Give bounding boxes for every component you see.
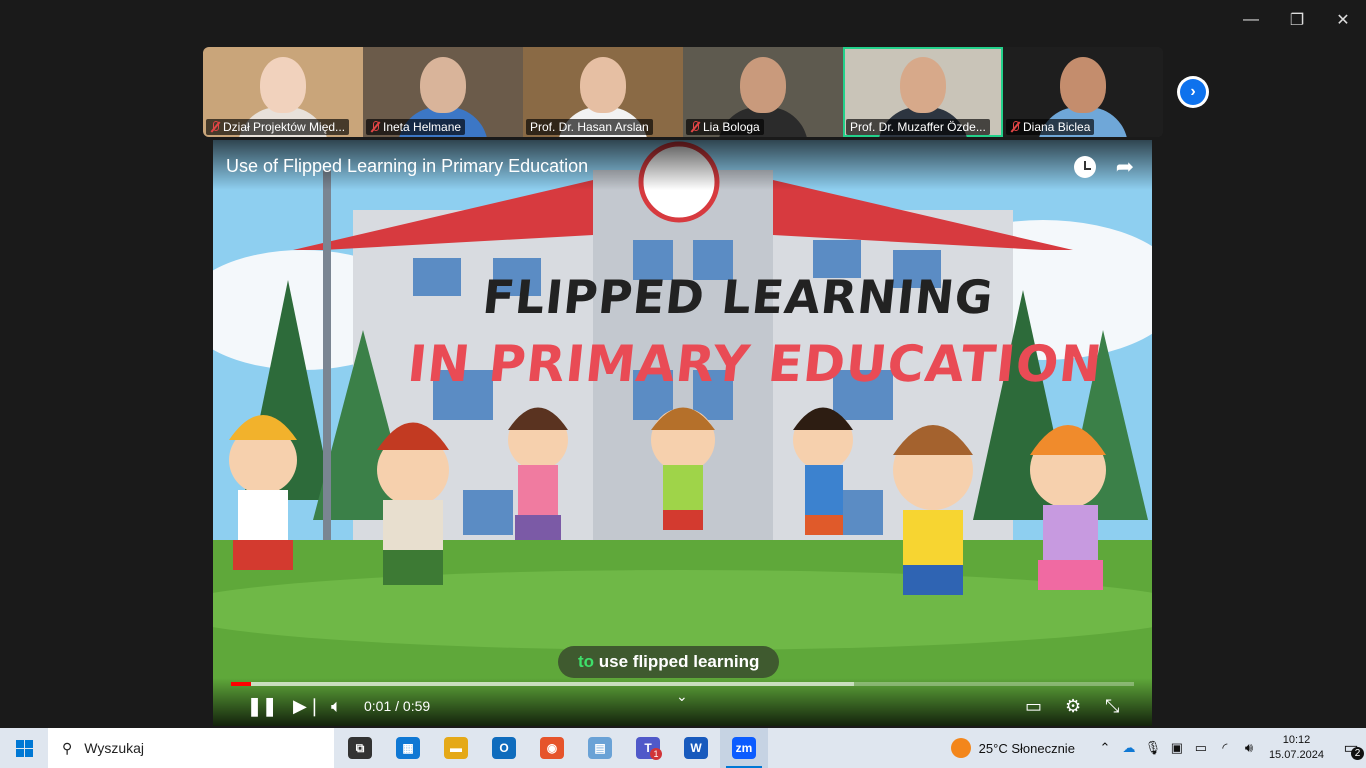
progress-bar[interactable] — [231, 682, 1134, 686]
pause-icon[interactable]: ❚❚ — [247, 696, 277, 717]
participant-name: Prof. Dr. Hasan Arslan — [530, 120, 649, 134]
video-headline-primary: FLIPPED LEARNING — [480, 270, 997, 324]
subtitles-icon[interactable]: ▭ — [1025, 696, 1042, 717]
speaker-icon[interactable]: 🔊︎ — [1237, 740, 1261, 756]
wifi-icon[interactable]: ◜ — [1213, 740, 1237, 756]
outlook-icon: O — [492, 737, 516, 759]
exit-fullscreen-icon[interactable]: ⤡ — [1105, 696, 1119, 717]
word-icon: W — [684, 737, 708, 759]
microphone-muted-icon — [1010, 121, 1020, 133]
video-title[interactable]: Use of Flipped Learning in Primary Educa… — [226, 156, 588, 177]
notification-count: 2 — [1351, 747, 1364, 760]
search-placeholder: Wyszukaj — [84, 740, 145, 756]
taskbar-app-teams[interactable]: T1 — [624, 728, 672, 768]
search-icon: ⚲ — [62, 739, 73, 756]
participant-name: Diana Biclea — [1023, 120, 1091, 134]
microphone-muted-icon — [370, 121, 380, 133]
settings-icon[interactable]: ⚙ — [1065, 696, 1081, 717]
taskbar-app-microsoft-store[interactable]: ▦ — [384, 728, 432, 768]
window-controls: — ❐ ✕ — [1228, 8, 1366, 32]
taskbar-app-notepad[interactable]: ▤ — [576, 728, 624, 768]
participant-video-face — [420, 57, 466, 113]
chevron-right-icon: › — [1180, 79, 1206, 105]
participant-name-label: Prof. Dr. Hasan Arslan — [526, 119, 653, 135]
microphone-muted-icon — [690, 121, 700, 133]
minimize-button[interactable]: — — [1228, 8, 1274, 32]
start-button[interactable] — [0, 728, 48, 768]
chevron-down-icon[interactable]: ⌄ — [676, 688, 688, 705]
participant-name-label: Ineta Helmane — [366, 119, 466, 135]
participant-strip: Dział Projektów Międ... Ineta Helmane Prof… — [203, 47, 1163, 137]
restore-button[interactable]: ❐ — [1274, 8, 1320, 32]
system-tray: 25°C Słonecznie ⌃ ☁ 🎙︎ ▣ ▭ ◜ 🔊︎ 10:12 15… — [950, 728, 1366, 768]
video-caption-highlight: to — [578, 652, 595, 671]
video-caption-text: use flipped learning — [594, 652, 760, 671]
video-time: 0:01 / 0:59 — [364, 698, 431, 714]
windows-logo-icon — [15, 739, 33, 757]
watch-later-icon[interactable] — [1074, 156, 1096, 178]
taskbar-app-word[interactable]: W — [672, 728, 720, 768]
app-badge: 1 — [650, 748, 662, 760]
participant-video-face — [900, 57, 946, 113]
participant-name: Prof. Dr. Muzaffer Özde... — [850, 120, 986, 134]
chevron-up-icon[interactable]: ⌃ — [1093, 740, 1117, 756]
progress-played — [231, 682, 251, 686]
participant-tile[interactable]: Prof. Dr. Hasan Arslan — [523, 47, 683, 137]
progress-buffered — [231, 682, 855, 686]
participant-video-face — [1060, 57, 1106, 113]
participant-video-face — [260, 57, 306, 113]
microphone-icon[interactable]: 🎙︎ — [1141, 740, 1165, 756]
task-view-icon: ⧉ — [348, 737, 372, 759]
participant-video-face — [740, 57, 786, 113]
clock[interactable]: 10:12 15.07.2024 — [1269, 733, 1324, 763]
participant-name-label: Lia Bologa — [686, 119, 764, 135]
taskbar-app-outlook[interactable]: O — [480, 728, 528, 768]
taskbar-app-firefox[interactable]: ◉ — [528, 728, 576, 768]
video-title-bar: Use of Flipped Learning in Primary Educa… — [213, 140, 1152, 190]
sun-icon — [950, 738, 971, 758]
microphone-muted-icon — [210, 121, 220, 133]
zoom-icon: zm — [732, 737, 756, 759]
volume-icon[interactable]: 🔈︎ — [331, 696, 342, 717]
video-controls: ❚❚ ▶❘ 🔈︎ 0:01 / 0:59 ⌄ ▭ ⚙ ⤡ — [213, 678, 1152, 726]
taskbar-search[interactable]: ⚲ Wyszukaj — [48, 728, 334, 768]
participant-tile[interactable]: Ineta Helmane — [363, 47, 523, 137]
video-headline-secondary: IN PRIMARY EDUCATION — [404, 335, 1106, 393]
clock-date: 15.07.2024 — [1268, 749, 1324, 761]
clock-time: 10:12 — [1282, 734, 1311, 746]
participant-name-label: Diana Biclea — [1006, 119, 1095, 135]
video-caption: to use flipped learning — [558, 646, 780, 678]
participant-name: Lia Bologa — [703, 120, 760, 134]
close-button[interactable]: ✕ — [1320, 8, 1366, 32]
microsoft-store-icon: ▦ — [396, 737, 420, 759]
participant-video-face — [580, 57, 626, 113]
video-player[interactable]: FLIPPED LEARNING IN PRIMARY EDUCATION to… — [213, 140, 1152, 726]
taskbar-app-task-view[interactable]: ⧉ — [336, 728, 384, 768]
participant-name-label: Prof. Dr. Muzaffer Özde... — [846, 119, 990, 135]
participant-tile[interactable]: Dział Projektów Międ... — [203, 47, 363, 137]
taskbar-apps: ⧉ ▦ ▬ O ◉ ▤ T 1 Wzm — [336, 728, 768, 768]
next-participants-button[interactable]: › — [1177, 76, 1209, 108]
participant-tile[interactable]: Diana Biclea — [1003, 47, 1163, 137]
taskbar-app-file-explorer[interactable]: ▬ — [432, 728, 480, 768]
participant-name: Dział Projektów Międ... — [223, 120, 346, 134]
participant-tile[interactable]: Lia Bologa — [683, 47, 843, 137]
display-icon[interactable]: ▣ — [1165, 740, 1189, 756]
taskbar-app-zoom[interactable]: zm — [720, 728, 768, 768]
file-explorer-icon: ▬ — [444, 737, 468, 759]
weather-text: 25°C Słonecznie — [978, 740, 1075, 756]
notepad-icon: ▤ — [588, 737, 612, 759]
battery-icon[interactable]: ▭ — [1189, 740, 1213, 756]
next-video-icon[interactable]: ▶❘ — [293, 696, 322, 717]
weather-widget[interactable]: 25°C Słonecznie — [950, 738, 1075, 758]
video-frame-illustration — [213, 140, 1152, 726]
share-icon[interactable]: ➦ — [1116, 154, 1134, 180]
participant-name: Ineta Helmane — [383, 120, 462, 134]
participant-tile[interactable]: Prof. Dr. Muzaffer Özde... — [843, 47, 1003, 137]
onedrive-icon[interactable]: ☁ — [1117, 740, 1141, 756]
taskbar: ⚲ Wyszukaj ⧉ ▦ ▬ O ◉ ▤ T 1 Wzm 25°C Słonecznie ⌃… — [0, 728, 1366, 768]
firefox-icon: ◉ — [540, 737, 564, 759]
notifications-button[interactable]: 2 ▭ — [1336, 736, 1366, 760]
participant-name-label: Dział Projektów Międ... — [206, 119, 350, 135]
